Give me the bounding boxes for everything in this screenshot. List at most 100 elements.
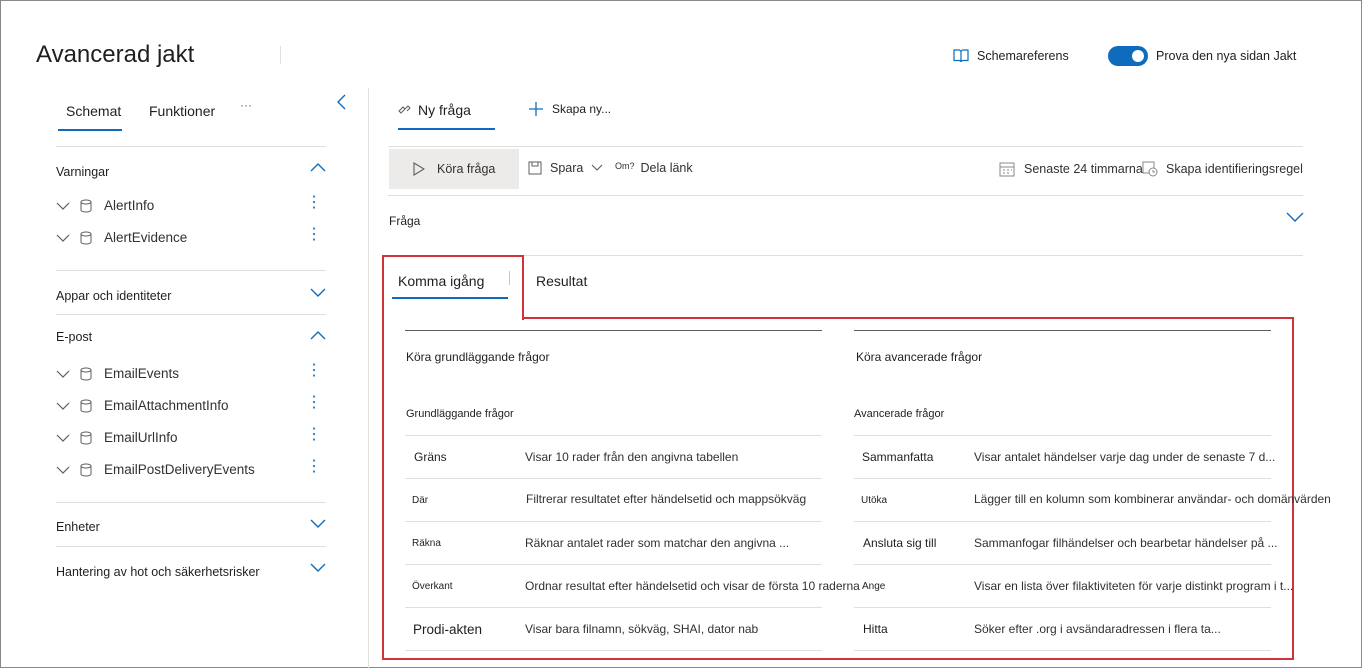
section-devices-title: Enheter: [56, 520, 100, 534]
title-divider: [280, 46, 281, 64]
table-row[interactable]: Ansluta sig till Sammanfogar filhändelse…: [854, 522, 1286, 564]
query-description: Sammanfogar filhändelser och bearbetar h…: [974, 536, 1278, 550]
chevron-down-icon: [591, 164, 603, 171]
sidebar-divider: [56, 270, 326, 271]
table-item-emailurlinfo[interactable]: EmailUrlInfo: [56, 430, 178, 445]
tab-results[interactable]: Resultat: [536, 273, 587, 289]
chevron-down-icon: [56, 234, 70, 242]
database-icon: [80, 463, 92, 477]
pane-divider: [368, 88, 369, 668]
table-row[interactable]: Räkna Räknar antalet rader som matchar d…: [405, 522, 835, 564]
sidebar-divider: [56, 146, 326, 147]
share-link-icon: Om?: [615, 161, 635, 171]
more-options-icon[interactable]: ⋮: [306, 227, 322, 243]
table-item-label: EmailAttachmentInfo: [104, 398, 229, 413]
book-icon: [953, 49, 969, 63]
table-row[interactable]: Överkant Ordnar resultat efter händelset…: [405, 565, 860, 607]
query-description: Visar antalet händelser varje dag under …: [974, 450, 1276, 464]
table-row[interactable]: Gräns Visar 10 rader från den angivna ta…: [405, 436, 835, 478]
query-name: Räkna: [412, 538, 441, 549]
expand-query-icon[interactable]: [1286, 212, 1304, 223]
advanced-queries-subheading: Avancerade frågor: [854, 408, 945, 420]
chevron-down-icon[interactable]: [310, 288, 326, 298]
query-description: Söker efter .org i avsändaradressen i fl…: [974, 622, 1221, 636]
tab-schema-underline: [58, 129, 122, 131]
more-options-icon[interactable]: ⋮: [306, 459, 322, 475]
run-query-button[interactable]: Köra fråga: [389, 149, 519, 189]
table-item-label: EmailPostDeliveryEvents: [104, 462, 255, 477]
schema-reference-label: Schemareferens: [977, 49, 1069, 63]
share-link-label: Dela länk: [640, 161, 693, 175]
query-divider: [388, 255, 1303, 256]
table-row[interactable]: Prodi-akten Visar bara filnamn, sökväg, …: [405, 608, 835, 650]
tab-new-query[interactable]: Ny fråga: [398, 102, 471, 118]
more-options-icon[interactable]: ⋮: [306, 427, 322, 443]
query-name: Prodi-akten: [413, 622, 483, 637]
more-options-icon[interactable]: ⋮: [306, 363, 322, 379]
query-description: Visar bara filnamn, sökväg, SHAI, dator …: [525, 622, 759, 636]
table-item-label: EmailEvents: [104, 366, 180, 381]
chevron-up-icon[interactable]: [310, 162, 326, 172]
tab-schema[interactable]: Schemat: [66, 103, 121, 119]
database-icon: [80, 367, 92, 381]
table-row[interactable]: Sammanfatta Visar antalet händelser varj…: [854, 436, 1286, 478]
time-range-button[interactable]: Senaste 24 timmarna: [999, 161, 1143, 177]
page-title: Avancerad jakt: [36, 41, 195, 68]
query-description: Filtrerar resultatet efter händelsetid o…: [526, 492, 807, 506]
section-alerts-title: Varningar: [56, 165, 110, 179]
chevron-down-icon[interactable]: [310, 519, 326, 529]
query-icon: [398, 105, 411, 114]
collapse-sidebar-icon[interactable]: [336, 94, 348, 110]
sidebar-divider: [56, 314, 326, 315]
save-label: Spara: [550, 161, 584, 175]
query-name: Sammanfatta: [862, 450, 934, 464]
schema-reference-link[interactable]: Schemareferens: [953, 49, 1069, 63]
time-range-label: Senaste 24 timmarna: [1024, 162, 1143, 176]
more-options-icon[interactable]: ⋮: [306, 195, 322, 211]
more-tabs-button[interactable]: ···: [240, 98, 252, 112]
query-name: Ansluta sig till: [863, 536, 937, 550]
section-apps-title: Appar och identiteter: [56, 289, 172, 303]
basic-queries-subheading: Grundläggande frågor: [406, 408, 514, 420]
table-row[interactable]: Hitta Söker efter .org i avsändaradresse…: [854, 608, 1286, 650]
chevron-down-icon: [56, 370, 70, 378]
create-new-button[interactable]: Skapa ny...: [528, 101, 611, 117]
chevron-down-icon: [56, 434, 70, 442]
table-item-label: AlertInfo: [104, 198, 155, 213]
query-name: Utöka: [861, 495, 888, 506]
sidebar-divider: [56, 546, 326, 547]
create-new-label: Skapa ny...: [552, 102, 612, 116]
table-item-alertinfo[interactable]: AlertInfo: [56, 198, 154, 213]
command-bar-divider: [388, 195, 1303, 196]
query-description: Lägger till en kolumn som kombinerar anv…: [974, 492, 1331, 506]
query-description: Räknar antalet rader som matchar den ang…: [525, 536, 790, 550]
more-options-icon[interactable]: ⋮: [306, 395, 322, 411]
tab-get-started[interactable]: Komma igång: [398, 273, 484, 289]
table-row[interactable]: Ange Visar en lista över filaktiviteten …: [854, 565, 1293, 607]
query-description: Visar en lista över filaktiviteten för v…: [974, 579, 1294, 593]
chevron-up-icon[interactable]: [310, 330, 326, 340]
create-detection-rule-button[interactable]: Skapa identifieringsregel: [1142, 161, 1303, 177]
table-row[interactable]: Utöka Lägger till en kolumn som kombiner…: [854, 479, 1331, 521]
table-item-emailpostdeliveryevents[interactable]: EmailPostDeliveryEvents: [56, 462, 255, 477]
query-name: Överkant: [412, 581, 453, 592]
tab-get-started-underline: [392, 297, 508, 299]
table-row[interactable]: Där Filtrerar resultatet efter händelset…: [405, 479, 835, 521]
chevron-down-icon: [56, 402, 70, 410]
table-item-label: AlertEvidence: [104, 230, 188, 245]
save-button[interactable]: Spara: [528, 161, 603, 175]
chevron-down-icon[interactable]: [310, 563, 326, 573]
tabs-divider: [388, 146, 1303, 147]
new-hunting-page-toggle[interactable]: [1108, 46, 1148, 66]
tab-functions[interactable]: Funktioner: [149, 103, 215, 119]
query-description: Ordnar resultat efter händelsetid och vi…: [525, 579, 860, 593]
table-item-emailattachmentinfo[interactable]: EmailAttachmentInfo: [56, 398, 229, 413]
share-link-button[interactable]: Om? Dela länk: [615, 161, 693, 175]
table-item-emailevents[interactable]: EmailEvents: [56, 366, 179, 381]
query-section-title: Fråga: [389, 214, 421, 228]
table-item-alertevidence[interactable]: AlertEvidence: [56, 230, 187, 245]
create-detection-rule-label: Skapa identifieringsregel: [1166, 162, 1303, 176]
tab-new-query-underline: [398, 128, 495, 130]
rule-icon: [1142, 161, 1158, 177]
play-icon: [413, 162, 425, 176]
